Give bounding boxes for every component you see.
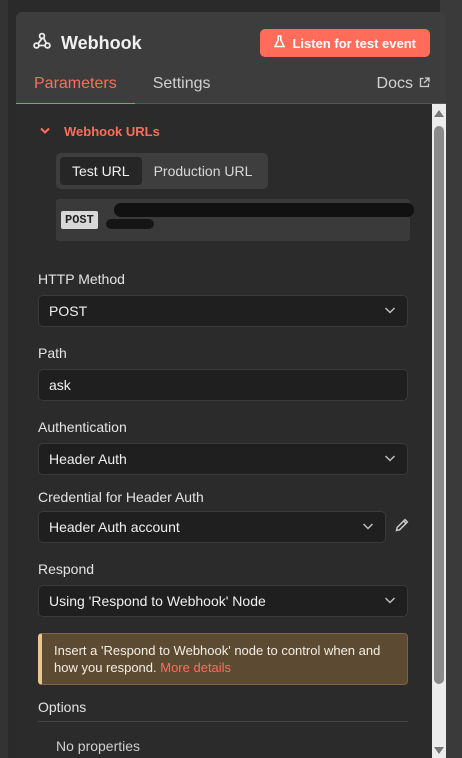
webhook-urls-header[interactable]: Webhook URLs <box>40 122 432 140</box>
options-label: Options <box>38 699 87 715</box>
panel-tabs: Parameters Settings Docs <box>16 74 446 105</box>
chevron-down-icon <box>383 303 397 320</box>
vertical-scrollbar[interactable] <box>432 104 446 758</box>
path-label: Path <box>38 345 67 361</box>
node-title: Webhook <box>61 32 142 53</box>
http-method-select[interactable]: POST <box>38 295 408 327</box>
pencil-icon[interactable] <box>394 517 410 538</box>
webhook-urls-label: Webhook URLs <box>64 123 160 139</box>
redacted-url-tail <box>106 219 154 229</box>
tab-test-url[interactable]: Test URL <box>60 157 142 185</box>
method-badge: POST <box>61 211 98 229</box>
credential-label: Credential for Header Auth <box>38 489 204 505</box>
scroll-up-arrow-icon[interactable] <box>434 110 444 117</box>
tab-parameters[interactable]: Parameters <box>16 74 135 105</box>
chevron-down-icon <box>383 593 397 610</box>
title-wrap: Webhook <box>32 31 142 56</box>
chevron-down-icon <box>40 122 50 140</box>
tab-production-url[interactable]: Production URL <box>142 157 265 185</box>
http-method-label: HTTP Method <box>38 271 125 287</box>
authentication-select[interactable]: Header Auth <box>38 443 408 475</box>
listen-for-test-event-button[interactable]: Listen for test event <box>260 29 430 57</box>
path-value: ask <box>49 377 71 393</box>
url-type-tabs: Test URL Production URL <box>56 153 269 189</box>
credential-select[interactable]: Header Auth account <box>38 511 386 543</box>
flask-icon <box>274 35 286 51</box>
external-link-icon <box>419 75 430 93</box>
more-details-link[interactable]: More details <box>160 660 231 675</box>
path-input[interactable]: ask <box>38 369 408 401</box>
webhook-url-box[interactable]: POST <box>56 199 414 241</box>
panel-header: Webhook Listen for test event <box>16 12 446 74</box>
redacted-url <box>114 203 414 217</box>
scroll-down-arrow-icon[interactable] <box>434 747 444 754</box>
scrollbar-thumb[interactable] <box>434 126 444 684</box>
authentication-value: Header Auth <box>49 451 127 467</box>
chevron-down-icon <box>361 519 375 536</box>
respond-notice: Insert a 'Respond to Webhook' node to co… <box>38 633 408 685</box>
credential-row: Header Auth account <box>38 511 432 543</box>
parameters-content: Webhook URLs Test URL Production URL POS… <box>16 104 432 758</box>
tab-settings[interactable]: Settings <box>135 74 229 104</box>
docs-link[interactable]: Docs <box>377 74 446 94</box>
docs-label: Docs <box>376 75 413 92</box>
respond-value: Using 'Respond to Webhook' Node <box>49 593 266 609</box>
background-left <box>0 0 8 758</box>
webhook-icon <box>32 31 52 56</box>
authentication-label: Authentication <box>38 419 127 435</box>
chevron-down-icon <box>383 451 397 468</box>
respond-label: Respond <box>38 561 95 577</box>
listen-button-label: Listen for test event <box>292 35 416 51</box>
node-settings-panel: Webhook Listen for test event Parameters… <box>16 12 446 758</box>
no-properties-text: No properties <box>56 738 141 754</box>
http-method-value: POST <box>49 303 88 319</box>
respond-select[interactable]: Using 'Respond to Webhook' Node <box>38 585 408 617</box>
credential-value: Header Auth account <box>49 519 180 535</box>
